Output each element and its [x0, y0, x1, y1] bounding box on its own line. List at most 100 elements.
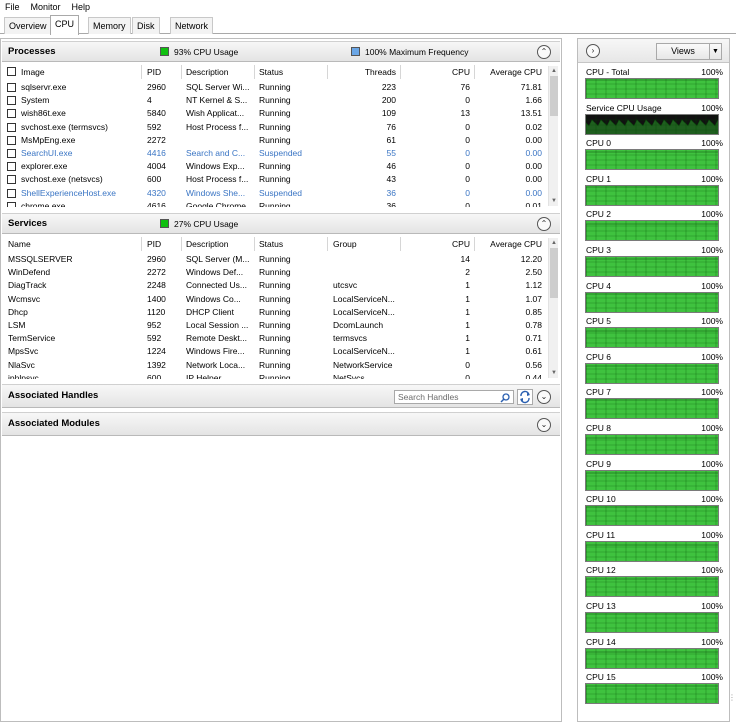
process-row[interactable]: sqlservr.exe 2960 SQL Server Wi... Running 2…	[2, 81, 548, 94]
cpu-graph-tile[interactable]: CPU 7 100%	[585, 387, 723, 420]
cpu-graph-tile[interactable]: CPU 6 100%	[585, 352, 723, 385]
col-threads[interactable]: Threads	[332, 65, 396, 80]
cpu-graph-percent: 100%	[701, 209, 723, 220]
process-checkbox[interactable]	[7, 175, 16, 185]
cpu-graph-tile[interactable]: CPU 1 100%	[585, 174, 723, 207]
cpu-graph-tile[interactable]: CPU 15 100%	[585, 672, 723, 705]
processes-header[interactable]: Processes 93% CPU Usage 100% Maximum Fre…	[2, 41, 560, 62]
col-svc-average-cpu[interactable]: Average CPU	[478, 237, 542, 252]
col-status[interactable]: Status	[259, 65, 319, 80]
process-row[interactable]: SearchUI.exe 4416 Search and C... Suspended…	[2, 147, 548, 160]
process-row[interactable]: svchost.exe (termsvcs) 592 Host Process f.…	[2, 121, 548, 134]
cpu-graph-tile[interactable]: CPU 3 100%	[585, 245, 723, 278]
service-row[interactable]: LSM 952 Local Session ... Running DcomLaunch…	[2, 319, 548, 332]
process-row[interactable]: explorer.exe 4004 Windows Exp... Running 46 0…	[2, 160, 548, 173]
services-header[interactable]: Services 27% CPU Usage ⌃	[2, 213, 560, 234]
processes-scrollbar[interactable]: ▲ ▼	[548, 66, 558, 206]
menu-file[interactable]: File	[0, 0, 26, 15]
service-row[interactable]: NlaSvc 1392 Network Loca... Running NetworkS…	[2, 359, 548, 372]
tab-memory[interactable]: Memory	[88, 17, 131, 34]
search-handles-input[interactable]: Search Handles	[394, 390, 514, 404]
resize-grip-icon[interactable]: ⋮	[728, 693, 736, 702]
handles-header[interactable]: Associated Handles Search Handles ⌄	[2, 384, 560, 408]
cpu-usage-graph	[585, 612, 719, 633]
process-row[interactable]: MsMpEng.exe 2272 Running 61 0 0.00	[2, 134, 548, 147]
service-cpu: 1	[465, 293, 470, 304]
services-collapse-button[interactable]: ⌃	[537, 217, 551, 231]
service-row[interactable]: Dhcp 1120 DHCP Client Running LocalServiceN.…	[2, 306, 548, 319]
process-checkbox[interactable]	[7, 96, 16, 106]
col-cpu[interactable]: CPU	[404, 65, 470, 80]
process-checkbox[interactable]	[7, 188, 16, 198]
col-pid[interactable]: PID	[147, 65, 177, 80]
process-cpu: 0	[465, 121, 470, 132]
col-description[interactable]: Description	[186, 65, 246, 80]
modules-expand-button[interactable]: ⌄	[537, 418, 551, 432]
cpu-graph-tile[interactable]: CPU 13 100%	[585, 601, 723, 634]
process-row[interactable]: ShellExperienceHost.exe 4320 Windows She..…	[2, 187, 548, 200]
cpu-graph-tile[interactable]: CPU 9 100%	[585, 459, 723, 492]
col-name[interactable]: Name	[8, 237, 108, 252]
cpu-graph-tile[interactable]: CPU 14 100%	[585, 637, 723, 670]
col-svc-status[interactable]: Status	[259, 237, 319, 252]
cpu-graph-tile[interactable]: CPU 2 100%	[585, 209, 723, 242]
cpu-graph-label: CPU 4	[586, 280, 612, 291]
cpu-graph-label: CPU 10	[586, 494, 616, 505]
services-scrollbar[interactable]: ▲ ▼	[548, 238, 558, 378]
process-checkbox[interactable]	[7, 149, 16, 158]
cpu-graph-tile[interactable]: CPU 11 100%	[585, 530, 723, 563]
service-row[interactable]: TermService 592 Remote Deskt... Running term…	[2, 332, 548, 345]
cpu-graph-tile[interactable]: CPU 10 100%	[585, 494, 723, 527]
cpu-graph-tile[interactable]: CPU 4 100%	[585, 280, 723, 314]
views-dropdown[interactable]: Views ▼	[656, 43, 722, 60]
refresh-button[interactable]	[517, 389, 533, 405]
col-svc-pid[interactable]: PID	[147, 237, 177, 252]
handles-expand-button[interactable]: ⌄	[537, 390, 551, 404]
service-row[interactable]: WinDefend 2272 Windows Def... Running 2 2.50	[2, 266, 548, 279]
service-pid: 1120	[147, 306, 166, 317]
cpu-graph-tile[interactable]: CPU - Total 100%	[585, 67, 723, 100]
process-checkbox[interactable]	[7, 122, 16, 132]
tab-overview[interactable]: Overview	[4, 17, 52, 34]
service-row[interactable]: DiagTrack 2248 Connected Us... Running utcsv…	[2, 279, 548, 292]
cpu-graph-tile[interactable]: CPU 12 100%	[585, 565, 723, 598]
cpu-graph-percent: 100%	[701, 529, 723, 540]
menu-help[interactable]: Help	[67, 0, 97, 15]
service-row[interactable]: MpsSvc 1224 Windows Fire... Running LocalSer…	[2, 345, 548, 358]
service-row[interactable]: MSSQLSERVER 2960 SQL Server (M... Running 14…	[2, 253, 548, 266]
col-svc-cpu[interactable]: CPU	[404, 237, 470, 252]
process-row[interactable]: System 4 NT Kernel & S... Running 200 0 1.66	[2, 94, 548, 107]
select-all-checkbox[interactable]	[7, 67, 16, 76]
modules-header[interactable]: Associated Modules ⌄	[2, 412, 560, 436]
col-average-cpu[interactable]: Average CPU	[478, 65, 542, 80]
chevron-down-icon[interactable]: ▼	[709, 44, 721, 59]
col-image[interactable]: Image	[21, 65, 121, 80]
process-checkbox[interactable]	[7, 83, 16, 92]
service-cpu: 0	[465, 372, 470, 379]
cpu-graph-tile[interactable]: CPU 8 100%	[585, 423, 723, 456]
cpu-graph-tile[interactable]: CPU 0 100%	[585, 138, 723, 171]
service-row[interactable]: iphlpsvc 600 IP Helper Running NetSvcs 0 0.44	[2, 372, 548, 379]
service-row[interactable]: Wcmsvc 1400 Windows Co... Running LocalServi…	[2, 293, 548, 306]
collapse-graphs-button[interactable]: ›	[586, 44, 600, 58]
service-name: MpsSvc	[8, 346, 39, 357]
cpu-graph-tile[interactable]: CPU 5 100%	[585, 316, 723, 349]
search-icon[interactable]	[500, 393, 510, 403]
process-row[interactable]: svchost.exe (netsvcs) 600 Host Process f..…	[2, 173, 548, 186]
process-checkbox[interactable]	[7, 201, 16, 207]
process-checkbox[interactable]	[7, 109, 16, 119]
tab-network[interactable]: Network	[170, 17, 214, 34]
col-group[interactable]: Group	[333, 237, 393, 252]
cpu-usage-graph	[585, 576, 719, 598]
process-checkbox[interactable]	[7, 162, 16, 172]
processes-collapse-button[interactable]: ⌃	[537, 45, 551, 59]
process-checkbox[interactable]	[7, 135, 16, 145]
process-row[interactable]: chrome.exe 4616 Google Chrome Running 36 0 0.0…	[2, 200, 548, 207]
col-svc-description[interactable]: Description	[186, 237, 246, 252]
service-name: WinDefend	[8, 267, 51, 278]
cpu-graph-tile[interactable]: Service CPU Usage 100%	[585, 103, 723, 136]
menu-monitor[interactable]: Monitor	[26, 0, 67, 15]
tab-disk[interactable]: Disk	[132, 17, 160, 34]
tab-cpu[interactable]: CPU	[50, 15, 80, 35]
process-row[interactable]: wish86t.exe 5840 Wish Applicat... Running 10…	[2, 107, 548, 120]
